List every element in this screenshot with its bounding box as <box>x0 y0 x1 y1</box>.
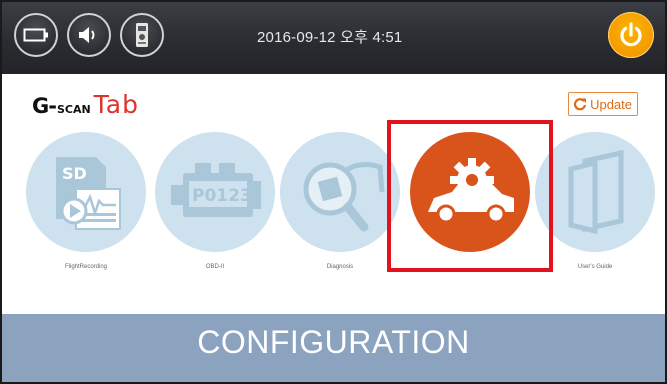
menu-item-label: FlightRecording <box>64 264 108 270</box>
main-area: G- scan Tab Update SD FlightRecording P0… <box>2 74 665 314</box>
power-button[interactable] <box>608 12 654 58</box>
svg-text:SD: SD <box>62 164 87 183</box>
chip-magnifier-icon <box>303 162 385 232</box>
gscan-tab-logo: G- scan Tab <box>32 90 139 119</box>
flight-recording-circle: SD <box>26 132 146 252</box>
update-button[interactable]: Update <box>568 92 638 116</box>
menu-carousel: SD FlightRecording P0123 OBD-II Diagnosi… <box>2 132 665 282</box>
sd-card-recording-icon: SD <box>56 157 121 230</box>
refresh-icon <box>574 98 587 111</box>
diagnosis-circle <box>280 132 400 252</box>
app-window: 2016-09-12 오후 4:51 G- scan Tab Update SD… <box>0 0 667 384</box>
logo-tab: Tab <box>93 90 139 119</box>
battery-button[interactable] <box>14 13 58 57</box>
vci-device-icon <box>136 23 148 47</box>
menu-item-flight-recording[interactable]: SD FlightRecording <box>16 132 156 282</box>
power-icon <box>620 22 642 47</box>
menu-item-obd2[interactable]: P0123 OBD-II <box>145 132 285 282</box>
engine-code-icon: P0123 <box>171 163 261 217</box>
book-icon <box>568 149 624 235</box>
obd2-circle: P0123 <box>155 132 275 252</box>
battery-icon <box>23 28 48 42</box>
update-label: Update <box>590 96 632 112</box>
selected-menu-title: CONFIGURATION <box>197 324 470 360</box>
volume-button[interactable] <box>67 13 111 57</box>
volume-icon <box>79 27 95 43</box>
footer-bar: CONFIGURATION <box>2 314 665 382</box>
datetime-display: 2016-09-12 오후 4:51 <box>257 29 403 46</box>
logo-scan: scan <box>56 99 91 117</box>
selection-highlight <box>387 120 553 272</box>
users-guide-circle <box>535 132 655 252</box>
menu-item-label: OBD-II <box>205 264 225 270</box>
vci-button[interactable] <box>120 13 164 57</box>
logo-g: G- <box>32 94 57 118</box>
status-bar: 2016-09-12 오후 4:51 <box>2 2 665 74</box>
svg-text:P0123: P0123 <box>192 186 252 206</box>
